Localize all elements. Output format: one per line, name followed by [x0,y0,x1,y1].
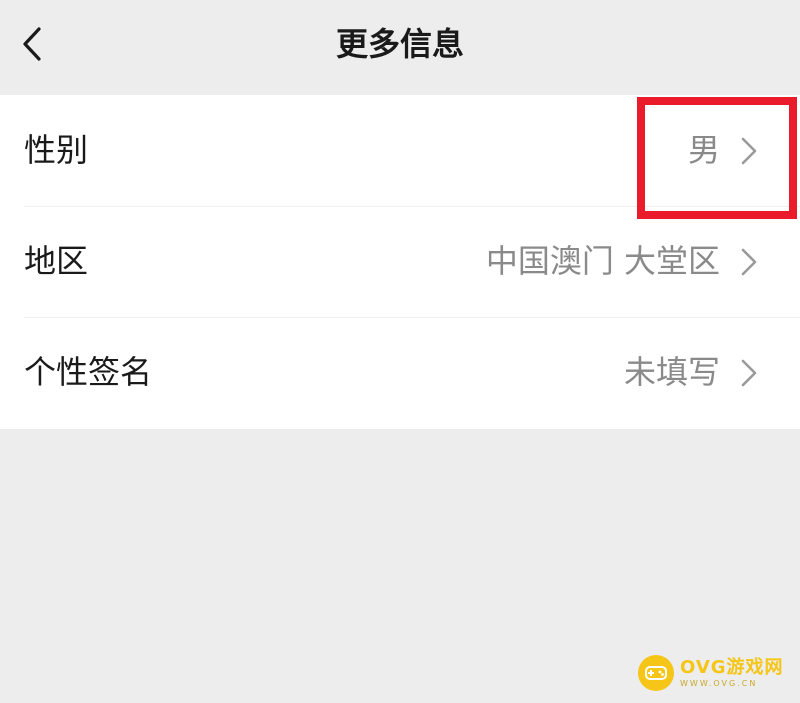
region-value: 中国澳门 大堂区 [485,242,720,280]
signature-value: 未填写 [623,353,720,391]
top-navigation-bar: 更多信息 [0,0,800,92]
list-item-signature[interactable]: 个性签名 未填写 [0,317,800,428]
gamepad-icon [638,655,674,691]
chevron-right-icon [741,248,757,276]
chevron-right-icon [741,137,757,165]
list-item-region[interactable]: 地区 中国澳门 大堂区 [0,206,800,317]
chevron-right-icon [741,359,757,387]
page-title: 更多信息 [335,25,464,63]
list-item-gender[interactable]: 性别 男 [0,95,800,206]
region-label: 地区 [24,242,89,280]
watermark-url: WWW.OVG.CN [680,678,758,688]
watermark-title: OVG游戏网 [680,656,784,678]
gender-value: 男 [687,131,720,169]
info-list: 性别 男 地区 中国澳门 大堂区 个性签名 未填写 [0,95,800,429]
gender-label: 性别 [24,131,89,169]
watermark-logo: OVG游戏网 WWW.OVG.CN [638,653,788,693]
signature-label: 个性签名 [24,353,153,391]
